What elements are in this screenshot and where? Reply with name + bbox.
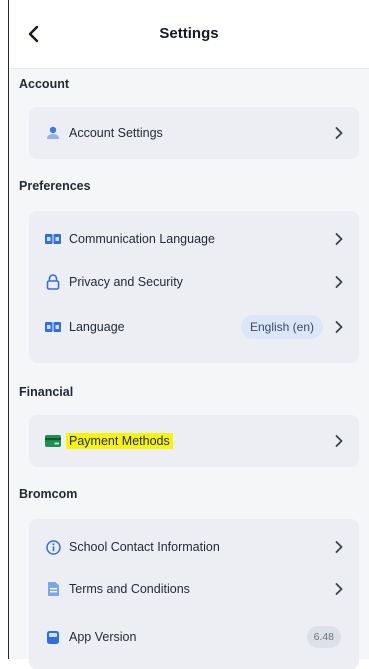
section-title-financial: Financial: [19, 385, 74, 399]
school-contact-item[interactable]: School Contact Information: [29, 533, 359, 561]
language-label: Language: [69, 320, 125, 334]
language-item[interactable]: Language English (en): [29, 313, 359, 341]
language-value-pill: English (en): [240, 315, 323, 339]
chevron-right-icon: [335, 540, 345, 554]
header-bar: Settings: [9, 0, 369, 69]
account-settings-label: Account Settings: [69, 126, 163, 140]
settings-content: Account Account Settings Preferences Com…: [9, 69, 369, 669]
chevron-right-icon: [335, 232, 345, 246]
flag-icon: [45, 231, 61, 247]
section-title-account: Account: [19, 77, 69, 91]
app-version-badge: 6.48: [306, 626, 341, 648]
settings-screen: Settings Account Account Settings Prefer…: [9, 0, 369, 669]
card-icon: [45, 433, 61, 449]
chevron-right-icon: [335, 434, 345, 448]
communication-language-item[interactable]: Communication Language: [29, 225, 359, 253]
app-version-label: App Version: [69, 630, 137, 644]
chevron-right-icon: [335, 275, 345, 289]
page-title: Settings: [159, 25, 219, 42]
lock-icon: [45, 274, 61, 290]
school-contact-label: School Contact Information: [69, 540, 220, 554]
account-settings-item[interactable]: Account Settings: [29, 119, 359, 147]
device-icon: [45, 629, 61, 645]
chevron-right-icon: [335, 126, 345, 140]
communication-language-label: Communication Language: [69, 232, 215, 246]
privacy-security-item[interactable]: Privacy and Security: [29, 268, 359, 296]
account-card: Account Settings: [29, 107, 359, 159]
financial-card: Payment Methods: [29, 415, 359, 467]
info-icon: [45, 539, 61, 555]
document-icon: [45, 581, 61, 597]
chevron-right-icon: [335, 320, 345, 334]
flag-icon: [45, 319, 61, 335]
payment-methods-label: Payment Methods: [66, 433, 173, 449]
bromcom-card: School Contact Information Terms and Con…: [29, 519, 359, 669]
user-icon: [45, 125, 61, 141]
terms-conditions-item[interactable]: Terms and Conditions: [29, 575, 359, 603]
payment-methods-item[interactable]: Payment Methods: [29, 427, 359, 455]
section-title-bromcom: Bromcom: [19, 487, 78, 501]
app-version-item: App Version 6.48: [29, 623, 359, 651]
privacy-security-label: Privacy and Security: [69, 275, 183, 289]
section-title-preferences: Preferences: [19, 179, 91, 193]
terms-conditions-label: Terms and Conditions: [69, 582, 190, 596]
chevron-right-icon: [335, 582, 345, 596]
preferences-card: Communication Language Privacy and Secur…: [29, 211, 359, 363]
